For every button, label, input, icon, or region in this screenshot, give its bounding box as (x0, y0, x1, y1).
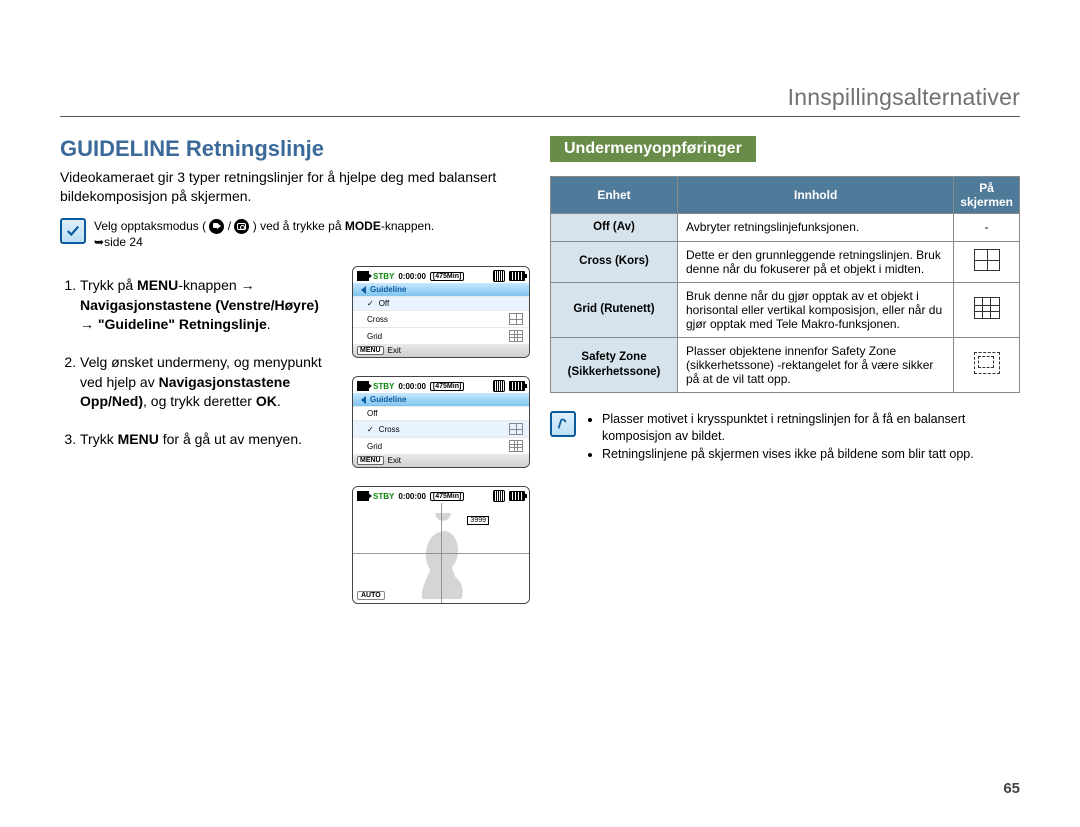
mode-note-text: Velg opptaksmodus ( / ) ved å trykke på … (94, 218, 434, 251)
th-screen: Påskjermen (954, 177, 1020, 214)
battery-icon (509, 381, 525, 391)
left-arrow-icon (357, 286, 366, 294)
safezone-icon (974, 352, 1000, 374)
step-2: Velg ønsket undermeny, og menypunkt ved … (80, 353, 330, 412)
lcd-step3: STBY 0:00:00 [475Min] 3999 (352, 486, 530, 604)
info-item: Retningslinjene på skjermen vises ikke p… (602, 446, 1020, 464)
step-1: Trykk på MENU-knappen → Navigasjonstaste… (80, 276, 330, 335)
page-number: 65 (1003, 780, 1020, 797)
grid-icon (509, 330, 523, 342)
cross-icon (509, 423, 523, 435)
check-icon (367, 425, 374, 434)
left-arrow-icon (357, 396, 366, 404)
check-icon (60, 218, 86, 244)
section-title: GUIDELINE Retningslinje (60, 136, 530, 162)
note-icon (550, 411, 576, 437)
info-note: Plasser motivet i krysspunktet i retning… (550, 411, 1020, 464)
grid-icon (509, 440, 523, 452)
grid-icon (974, 297, 1000, 319)
th-content: Innhold (678, 177, 954, 214)
cross-icon (509, 313, 523, 325)
info-item: Plasser motivet i krysspunktet i retning… (602, 411, 1020, 446)
video-icon (357, 381, 369, 391)
sd-icon (493, 490, 505, 502)
submenu-table: Enhet Innhold Påskjermen Off (Av) Avbryt… (550, 176, 1020, 393)
mode-note: Velg opptaksmodus ( / ) ved å trykke på … (60, 218, 530, 251)
auto-badge: AUTO (357, 591, 385, 600)
sd-icon (493, 380, 505, 392)
table-row: Off (Av) Avbryter retningslinjefunksjone… (551, 214, 1020, 242)
steps-list: Trykk på MENU-knappen → Navigasjonstaste… (60, 276, 330, 449)
video-icon (357, 271, 369, 281)
battery-icon (509, 271, 525, 281)
subject-silhouette (408, 513, 478, 601)
photo-mode-icon (234, 219, 249, 234)
submenu-title: Undermenyoppføringer (550, 136, 756, 162)
header-rule (60, 116, 1020, 117)
lcd-step1: STBY 0:00:00 [475Min] Guideline (352, 266, 530, 358)
table-row: Cross (Kors) Dette er den grunnleggende … (551, 241, 1020, 282)
table-row: Safety Zone (Sikkerhetssone) Plasser obj… (551, 337, 1020, 392)
cross-icon (974, 249, 1000, 271)
lcd-step2: STBY 0:00:00 [475Min] Guideline (352, 376, 530, 468)
intro-text: Videokameraet gir 3 typer retningslinjer… (60, 168, 530, 206)
sd-icon (493, 270, 505, 282)
video-mode-icon (209, 219, 224, 234)
page-header-title: Innspillingsalternativer (788, 84, 1020, 111)
th-item: Enhet (551, 177, 678, 214)
check-icon (367, 299, 374, 308)
step-3: Trykk MENU for å gå ut av menyen. (80, 430, 330, 450)
table-row: Grid (Rutenett) Bruk denne når du gjør o… (551, 282, 1020, 337)
battery-icon (509, 491, 525, 501)
video-icon (357, 491, 369, 501)
